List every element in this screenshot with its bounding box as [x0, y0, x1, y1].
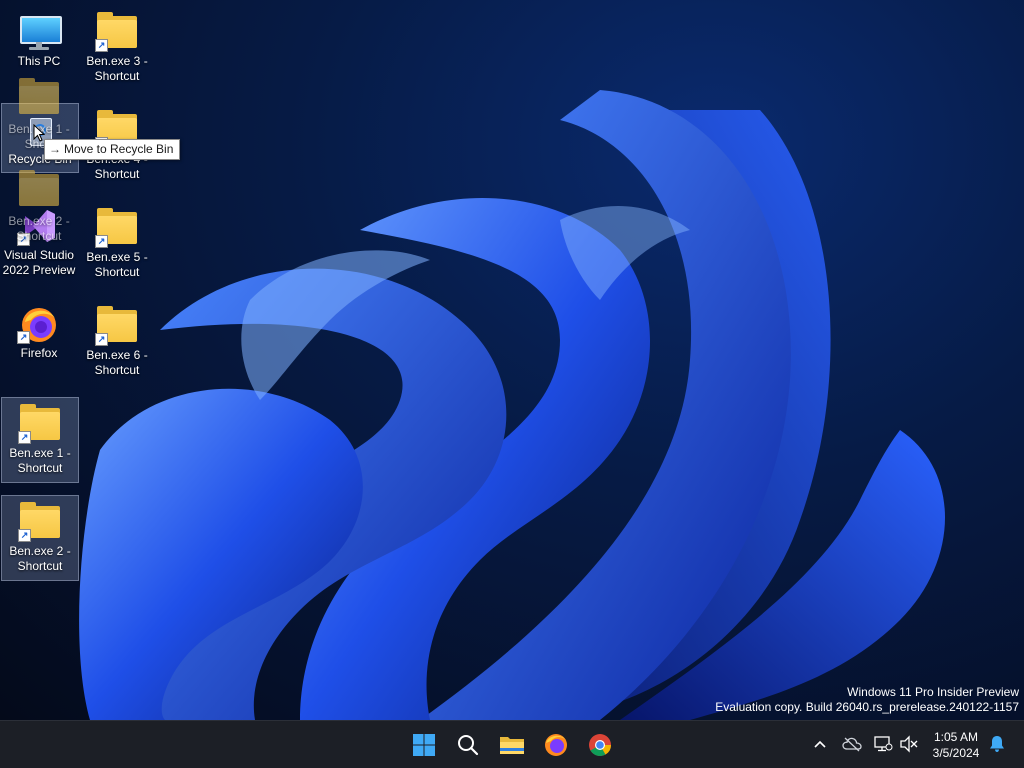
desktop[interactable]: This PC Recycle Bin ↗ Visual Studio 2022…: [0, 0, 1024, 720]
chrome-icon: [589, 734, 611, 756]
desktop-icon-ben-exe-1-shortcut[interactable]: ↗ Ben.exe 1 - Shortcut: [1, 397, 79, 483]
shortcut-arrow-icon: ↗: [18, 431, 31, 444]
desktop-icon-this-pc[interactable]: This PC: [0, 6, 78, 69]
cloud-offline-icon: [842, 737, 862, 752]
chevron-up-icon: [814, 740, 826, 748]
taskbar-file-explorer[interactable]: [494, 727, 530, 763]
desktop-icon-ben-exe-6-shortcut[interactable]: ↗ Ben.exe 6 - Shortcut: [78, 300, 156, 378]
icon-label: This PC: [17, 54, 61, 68]
notifications-button[interactable]: [986, 733, 1008, 755]
volume-button[interactable]: [898, 733, 920, 755]
network-button[interactable]: [872, 733, 894, 755]
search-icon: [458, 735, 479, 756]
show-hidden-icons-button[interactable]: [809, 733, 831, 755]
shortcut-arrow-icon: ↗: [17, 233, 30, 246]
windows-logo-icon: [413, 734, 435, 756]
icon-label: Ben.exe 3 - Shortcut: [86, 54, 148, 83]
taskbar-firefox[interactable]: [538, 727, 574, 763]
watermark-build: Evaluation copy. Build 26040.rs_prerelea…: [715, 700, 1019, 714]
icon-label: Visual Studio 2022 Preview: [2, 248, 76, 277]
arrow-right-icon: →: [49, 142, 61, 156]
firefox-icon: ↗: [17, 304, 61, 344]
tooltip-text: Move to Recycle Bin: [64, 142, 174, 156]
icon-label: Ben.exe 1 - Shortcut: [9, 446, 71, 475]
desktop-icon-ben-exe-3-shortcut[interactable]: ↗ Ben.exe 3 - Shortcut: [78, 6, 156, 84]
icon-label: Ben.exe 2 - Shortcut: [9, 544, 71, 573]
search-button[interactable]: [450, 727, 486, 763]
shortcut-arrow-icon: ↗: [18, 529, 31, 542]
taskbar: 1:05 AM 3/5/2024: [0, 720, 1024, 768]
shortcut-arrow-icon: ↗: [95, 39, 108, 52]
folder-icon: ↗: [95, 12, 139, 52]
network-icon: [874, 736, 893, 752]
start-button[interactable]: [406, 727, 442, 763]
folder-icon: [500, 737, 524, 754]
shortcut-arrow-icon: ↗: [95, 235, 108, 248]
clock-date: 3/5/2024: [932, 746, 980, 760]
taskbar-chrome[interactable]: [582, 727, 618, 763]
shortcut-arrow-icon: ↗: [95, 333, 108, 346]
shortcut-arrow-icon: ↗: [17, 331, 30, 344]
firefox-icon: [545, 734, 567, 756]
desktop-icon-visual-studio-2022-preview[interactable]: ↗ Visual Studio 2022 Preview: [0, 200, 78, 278]
clock[interactable]: 1:05 AM 3/5/2024: [926, 729, 986, 761]
folder-icon: ↗: [18, 404, 62, 444]
desktop-icon-ben-exe-2-shortcut[interactable]: ↗ Ben.exe 2 - Shortcut: [1, 495, 79, 581]
watermark-edition: Windows 11 Pro Insider Preview: [847, 685, 1019, 699]
icon-label: Ben.exe 5 - Shortcut: [86, 250, 148, 279]
folder-icon: ↗: [95, 306, 139, 346]
bell-icon: [990, 736, 1004, 752]
icon-label: Firefox: [20, 346, 58, 360]
desktop-icon-firefox[interactable]: ↗ Firefox: [0, 298, 78, 361]
folder-icon: ↗: [18, 502, 62, 542]
volume-muted-icon: [900, 735, 918, 753]
monitor-icon: [17, 12, 62, 52]
clock-time: 1:05 AM: [933, 730, 979, 744]
folder-icon: ↗: [95, 208, 139, 248]
drag-tooltip: → Move to Recycle Bin: [44, 139, 181, 160]
onedrive-button[interactable]: [841, 733, 863, 755]
visual-studio-icon: ↗: [17, 206, 61, 246]
icon-label: Ben.exe 6 - Shortcut: [86, 348, 148, 377]
build-watermark: Windows 11 Pro Insider Preview Evaluatio…: [715, 685, 1019, 715]
desktop-icon-ben-exe-5-shortcut[interactable]: ↗ Ben.exe 5 - Shortcut: [78, 202, 156, 280]
